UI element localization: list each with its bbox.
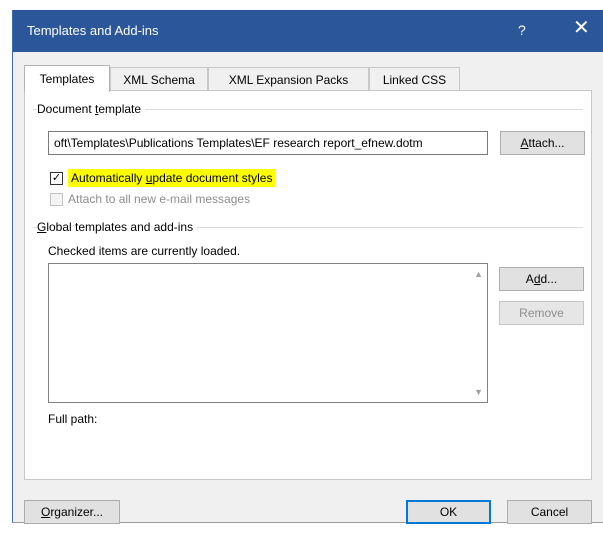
document-template-group-label: Document template <box>37 102 146 116</box>
tab-xml-schema[interactable]: XML Schema <box>110 67 208 91</box>
global-templates-list[interactable]: ▲ ▼ <box>48 263 488 403</box>
ok-button[interactable]: OK <box>406 500 491 524</box>
title-bar[interactable]: Templates and Add-ins ? ✕ <box>13 10 603 52</box>
checkbox-checked[interactable]: ✓ <box>50 171 63 185</box>
templates-tab-panel: Document template oft\Templates\Publicat… <box>24 90 592 480</box>
tab-linked-css[interactable]: Linked CSS <box>369 67 460 91</box>
auto-update-styles-label: Automatically update document styles <box>68 169 276 187</box>
global-templates-group-label: Global templates and add-ins <box>37 220 198 234</box>
close-icon[interactable]: ✕ <box>573 18 590 38</box>
remove-button[interactable]: Remove <box>499 301 584 325</box>
scroll-down-icon[interactable]: ▼ <box>474 387 483 397</box>
help-icon[interactable]: ? <box>518 22 526 38</box>
tab-templates[interactable]: Templates <box>24 65 110 92</box>
full-path-label: Full path: <box>48 412 102 426</box>
organizer-button[interactable]: Organizer... <box>24 500 120 524</box>
tab-xml-expansion-packs[interactable]: XML Expansion Packs <box>208 67 369 91</box>
attach-all-email-checkbox[interactable]: Attach to all new e-mail messages <box>50 192 250 206</box>
attach-all-email-label: Attach to all new e-mail messages <box>68 192 251 206</box>
checkbox-unchecked[interactable] <box>50 192 63 206</box>
templates-addins-dialog: Templates and Add-ins ? ✕ Templates XML … <box>12 10 603 524</box>
scroll-up-icon[interactable]: ▲ <box>474 269 483 279</box>
attach-button[interactable]: Attach... <box>500 131 585 155</box>
cancel-button[interactable]: Cancel <box>507 500 592 524</box>
auto-update-styles-checkbox[interactable]: ✓ Automatically update document styles <box>50 169 276 187</box>
loaded-items-hint: Checked items are currently loaded. <box>48 244 245 258</box>
window-title: Templates and Add-ins <box>27 23 159 38</box>
document-template-path-field[interactable]: oft\Templates\Publications Templates\EF … <box>48 131 488 155</box>
add-button[interactable]: Ad d... <box>499 267 584 291</box>
